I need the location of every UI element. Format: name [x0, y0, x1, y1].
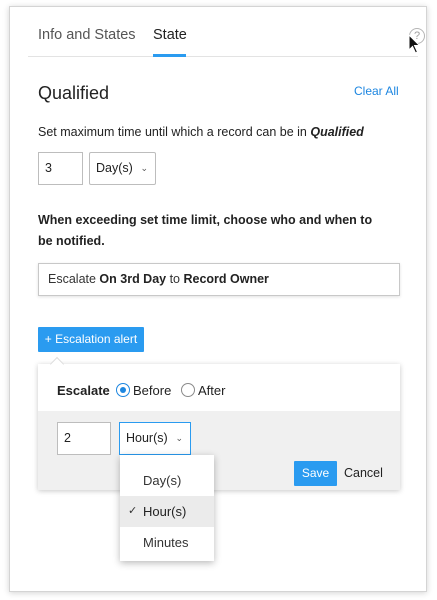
hours-input[interactable]: 2 — [57, 422, 111, 455]
tab-state[interactable]: State — [153, 27, 187, 43]
dropdown-option-hours[interactable]: ✓ Hour(s) — [120, 496, 214, 527]
time-unit-value: Day(s) — [96, 161, 133, 175]
max-time-description: Set maximum time until which a record ca… — [38, 125, 364, 139]
hours-unit-value: Hour(s) — [126, 431, 168, 445]
max-time-state: Qualified — [310, 125, 364, 139]
chevron-down-icon: ⌄ — [140, 163, 148, 173]
escalation-alert-button[interactable]: + Escalation alert — [38, 327, 144, 352]
notify-description: When exceeding set time limit, choose wh… — [38, 213, 373, 248]
escalate-label: Escalate — [57, 383, 110, 398]
dropdown-option-label: Hour(s) — [143, 504, 187, 519]
state-title: Qualified — [38, 83, 110, 103]
escalation-who: Record Owner — [183, 272, 269, 286]
active-tab-indicator — [153, 54, 186, 57]
escalation-when: On 3rd Day — [99, 272, 167, 286]
unit-dropdown-menu: Day(s) ✓ Hour(s) Minutes — [120, 455, 214, 561]
state-panel: Info and States State ? Qualified Clear … — [9, 6, 427, 592]
after-radio[interactable] — [181, 383, 195, 397]
save-button[interactable]: Save — [294, 461, 337, 486]
mouse-pointer-icon — [408, 34, 421, 54]
max-time-input[interactable]: 3 — [38, 152, 83, 185]
max-time-text: Set maximum time until which a record ca… — [38, 125, 311, 139]
before-radio[interactable] — [116, 383, 130, 397]
before-label[interactable]: Before — [133, 383, 171, 398]
cancel-button[interactable]: Cancel — [344, 466, 383, 480]
check-icon: ✓ — [128, 505, 138, 517]
escalation-mid: to — [166, 272, 184, 286]
dropdown-option-minutes[interactable]: Minutes — [120, 527, 214, 558]
chevron-down-icon: ⌄ — [175, 433, 183, 443]
dropdown-option-days[interactable]: Day(s) — [120, 465, 214, 496]
escalation-pre: Escalate — [48, 272, 100, 286]
alert-card-footer: 2 Hour(s) ⌄ Save Cancel — [38, 411, 400, 490]
dropdown-option-label: Day(s) — [143, 473, 182, 488]
escalation-alert-card: Escalate Before After 2 Hour(s) ⌄ Save C… — [38, 364, 400, 490]
dropdown-option-label: Minutes — [143, 535, 189, 550]
escalation-summary[interactable]: Escalate On 3rd Day to Record Owner — [38, 263, 400, 296]
tab-bar: Info and States State ? — [28, 7, 425, 57]
tab-info-and-states[interactable]: Info and States — [38, 27, 136, 43]
after-label[interactable]: After — [198, 383, 225, 398]
clear-all-link[interactable]: Clear All — [354, 84, 399, 98]
time-unit-select[interactable]: Day(s) ⌄ — [89, 152, 156, 185]
hours-unit-select[interactable]: Hour(s) ⌄ — [119, 422, 191, 455]
